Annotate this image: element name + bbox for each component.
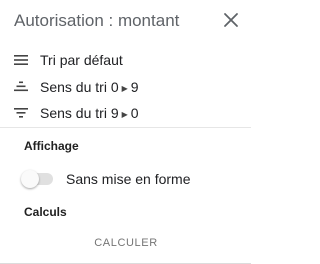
arrow-right-icon: ▶ (121, 110, 128, 119)
sort-ascending-prefix: Sens du tri 0 (40, 79, 119, 95)
sort-descending-icon (12, 104, 30, 122)
panel-title: Autorisation : montant (14, 11, 180, 30)
sort-descending-suffix: 0 (130, 105, 139, 121)
sort-ascending-suffix: 9 (130, 79, 139, 95)
sort-descending-label: Sens du tri 9 ▶ 0 (40, 104, 139, 124)
sort-default-icon (12, 51, 30, 69)
sort-ascending-icon (12, 78, 30, 96)
column-options-panel: Autorisation : montant Tri par défaut Se… (0, 0, 251, 264)
sort-ascending-label: Sens du tri 0 ▶ 9 (40, 78, 139, 98)
panel-header: Autorisation : montant (0, 0, 251, 44)
unformatted-toggle-row: Sans mise en forme (0, 166, 251, 192)
sort-descending-prefix: Sens du tri 9 (40, 105, 119, 121)
section-divider (0, 127, 251, 128)
arrow-right-icon: ▶ (121, 84, 128, 93)
sort-ascending-item[interactable]: Sens du tri 0 ▶ 9 (0, 74, 251, 100)
display-section-title: Affichage (24, 139, 79, 153)
close-icon (224, 13, 238, 27)
calculate-button[interactable]: CALCULER (76, 232, 176, 254)
unformatted-toggle[interactable] (21, 170, 53, 188)
sort-default-label: Tri par défaut (40, 52, 123, 68)
sort-descending-item[interactable]: Sens du tri 9 ▶ 0 (0, 100, 251, 126)
toggle-knob (21, 170, 39, 188)
calc-section-title: Calculs (24, 205, 67, 219)
sort-default-item[interactable]: Tri par défaut (0, 47, 251, 73)
close-button[interactable] (219, 8, 243, 32)
unformatted-toggle-label: Sans mise en forme (66, 171, 191, 187)
